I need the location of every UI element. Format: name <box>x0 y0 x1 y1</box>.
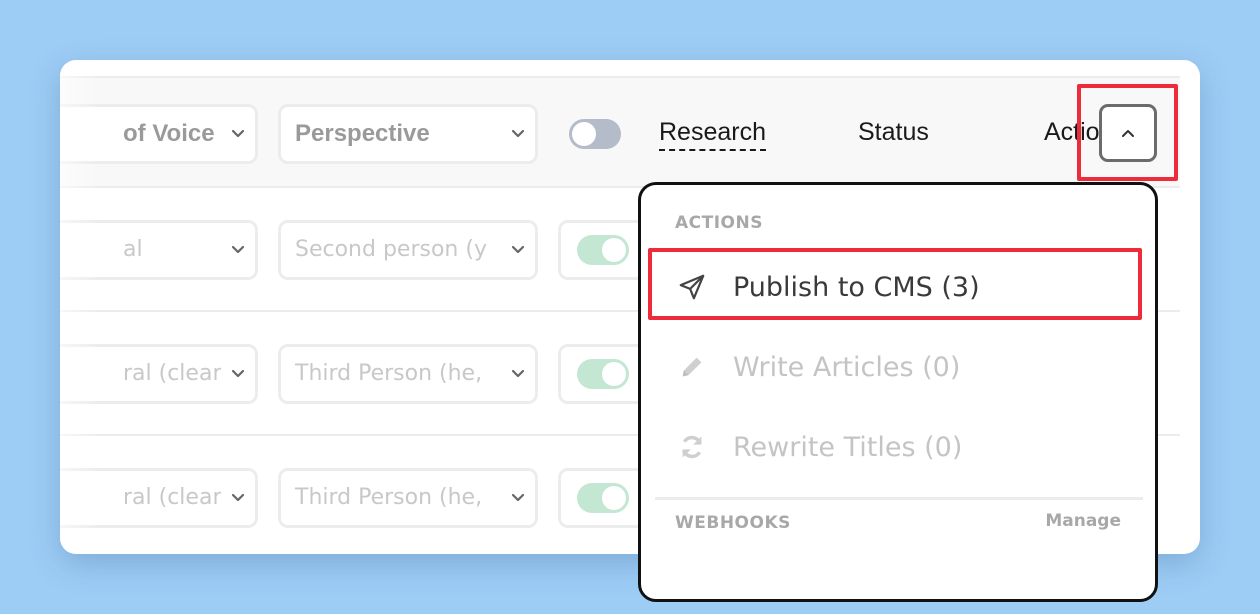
publish-to-cms-menu-item[interactable]: Publish to CMS (3) <box>675 257 1135 317</box>
webhooks-section-heading: WEBHOOKS <box>675 513 791 533</box>
pencil-icon <box>675 350 709 384</box>
menu-item-label: Rewrite Titles (0) <box>733 431 963 463</box>
chevron-down-icon <box>221 107 255 161</box>
perspective-select[interactable]: Third Person (he, <box>278 468 538 528</box>
chevron-down-icon <box>221 223 255 277</box>
menu-item-label: Write Articles (0) <box>733 351 961 383</box>
toggle-knob <box>602 238 626 262</box>
chevron-down-icon <box>221 347 255 401</box>
paper-plane-icon <box>675 270 709 304</box>
research-column-header[interactable]: Research <box>659 118 766 151</box>
research-toggle-all[interactable] <box>569 119 621 149</box>
menu-divider <box>655 497 1143 500</box>
status-column-header: Status <box>858 118 929 146</box>
research-toggle[interactable] <box>577 359 629 389</box>
scroll-fade-overlay <box>60 60 100 554</box>
rewrite-titles-menu-item[interactable]: Rewrite Titles (0) <box>675 417 1135 477</box>
perspective-select-value: Perspective <box>295 120 430 147</box>
chevron-down-icon <box>501 471 535 525</box>
toggle-knob <box>602 362 626 386</box>
research-toggle[interactable] <box>577 235 629 265</box>
chevron-down-icon <box>501 107 535 161</box>
chevron-down-icon <box>501 223 535 277</box>
table-header-row: of Voice Perspective Research Status Act… <box>60 78 1180 188</box>
perspective-select[interactable]: Third Person (he, <box>278 344 538 404</box>
menu-item-label: Publish to CMS (3) <box>733 271 980 303</box>
perspective-select[interactable]: Second person (y <box>278 220 538 280</box>
actions-dropdown-menu: ACTIONS Publish to CMS (3) Write Article… <box>638 182 1158 602</box>
toggle-knob <box>572 122 596 146</box>
action-menu-toggle-button[interactable] <box>1099 104 1157 162</box>
perspective-value: Second person (y <box>295 237 487 262</box>
chevron-down-icon <box>221 471 255 525</box>
chevron-down-icon <box>501 347 535 401</box>
voice-select-value: of Voice <box>123 120 215 147</box>
voice-value: ral (clear, <box>123 485 229 510</box>
manage-webhooks-link[interactable]: Manage <box>1045 511 1121 531</box>
voice-value: ral (clear, <box>123 361 229 386</box>
write-articles-menu-item[interactable]: Write Articles (0) <box>675 337 1135 397</box>
chevron-up-icon <box>1122 130 1134 137</box>
refresh-icon <box>675 430 709 464</box>
perspective-column-filter-select[interactable]: Perspective <box>278 104 538 164</box>
perspective-value: Third Person (he, <box>295 361 483 386</box>
research-toggle[interactable] <box>577 483 629 513</box>
toggle-knob <box>602 486 626 510</box>
actions-section-heading: ACTIONS <box>675 213 763 233</box>
perspective-value: Third Person (he, <box>295 485 483 510</box>
voice-value: al <box>123 237 143 262</box>
